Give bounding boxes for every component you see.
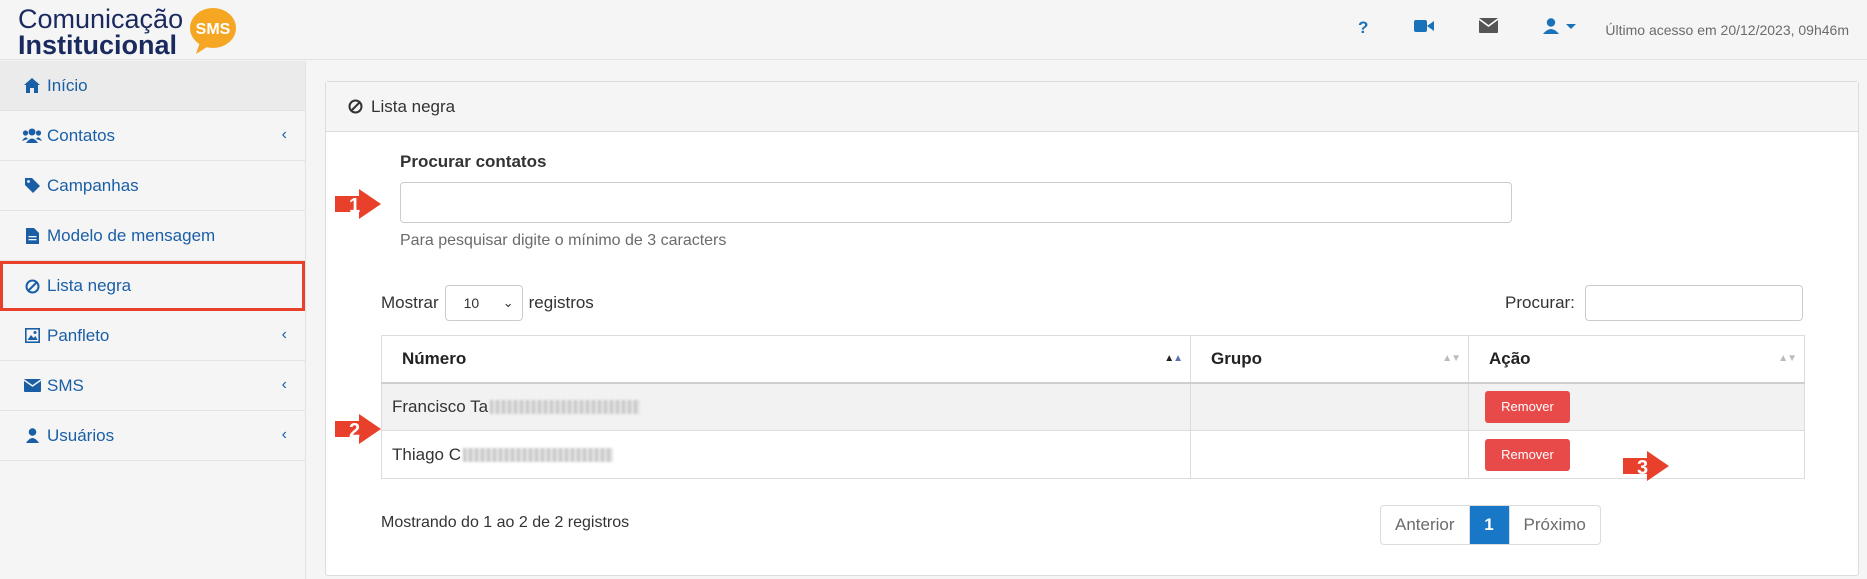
remove-button[interactable]: Remover — [1485, 390, 1570, 423]
page-length-select[interactable]: 10 ⌄ — [444, 285, 523, 321]
app-logo[interactable]: Comunicação Institucional SMS — [18, 4, 248, 60]
cell-grupo — [1190, 382, 1469, 431]
pagination: Anterior 1 Próximo — [1380, 505, 1601, 545]
pagination-next[interactable]: Próximo — [1510, 506, 1600, 544]
blacklist-panel: Lista negra Procurar contatos Para pesqu… — [325, 81, 1859, 576]
sms-bubble-logo: SMS — [190, 8, 236, 54]
top-navbar: Comunicação Institucional SMS ? Último a… — [0, 0, 1867, 60]
sidebar-item-modelo-mensagem[interactable]: Modelo de mensagem — [0, 211, 305, 261]
length-prefix: Mostrar — [381, 293, 439, 312]
column-header-numero[interactable]: Número ▲▲ — [381, 335, 1191, 384]
sidebar-item-label: Início — [47, 75, 88, 95]
caret-down-icon — [1566, 24, 1576, 29]
sidebar-item-label: Panfleto — [47, 325, 110, 345]
filter-label: Procurar: — [1505, 293, 1575, 312]
panel-header: Lista negra — [326, 82, 1858, 132]
sidebar-item-panfleto[interactable]: Panfleto ‹ — [0, 311, 305, 361]
sidebar-item-label: Modelo de mensagem — [47, 225, 216, 245]
chevron-left-icon: ‹ — [281, 126, 287, 143]
table-row: Francisco Ta Remover — [381, 382, 1805, 431]
last-access-text: Último acesso em 20/12/2023, 09h46m — [1605, 22, 1849, 38]
table-info: Mostrando do 1 ao 2 de 2 registros — [381, 514, 630, 531]
step-marker-1: 1 — [335, 189, 381, 219]
svg-text:1: 1 — [349, 195, 360, 217]
svg-text:3: 3 — [1637, 457, 1648, 479]
user-icon — [1543, 18, 1576, 34]
user-menu-button[interactable] — [1543, 18, 1579, 39]
ban-icon — [22, 279, 42, 294]
pagination-page-1[interactable]: 1 — [1469, 506, 1510, 544]
remove-button[interactable]: Remover — [1485, 438, 1570, 471]
chevron-left-icon: ‹ — [281, 376, 287, 393]
chevron-left-icon: ‹ — [281, 426, 287, 443]
sidebar-item-lista-negra[interactable]: Lista negra — [0, 261, 305, 311]
svg-text:2: 2 — [349, 420, 360, 442]
redacted-text — [462, 448, 613, 463]
envelope-icon[interactable] — [1478, 18, 1499, 38]
sort-icon: ▲▼ — [1442, 353, 1461, 364]
sidebar-item-label: Contatos — [47, 125, 116, 145]
video-icon[interactable] — [1414, 18, 1434, 39]
sidebar-item-inicio[interactable]: Início — [0, 61, 305, 111]
sidebar-item-contatos[interactable]: Contatos ‹ — [0, 111, 305, 161]
redacted-text — [490, 400, 641, 415]
sidebar: Início Contatos ‹ Campanhas Modelo de me… — [0, 61, 306, 579]
cell-numero: Thiago C — [381, 430, 1191, 479]
cell-numero: Francisco Ta — [381, 382, 1191, 431]
step-marker-3: 3 — [1623, 451, 1669, 481]
length-suffix: registros — [528, 293, 594, 312]
image-icon — [22, 328, 42, 343]
blacklist-table: Número ▲▲ Grupo ▲▼ Ação ▲▼ Francisco Ta … — [381, 335, 1805, 479]
table-filter: Procurar: — [1505, 285, 1803, 321]
step-marker-2: 2 — [335, 414, 381, 444]
sidebar-item-sms[interactable]: SMS ‹ — [0, 361, 305, 411]
search-contacts-label: Procurar contatos — [400, 152, 547, 171]
chevron-down-icon: ⌄ — [502, 295, 514, 310]
sidebar-item-usuarios[interactable]: Usuários ‹ — [0, 411, 305, 461]
logo-text-line2: Institucional — [18, 30, 178, 60]
cell-grupo — [1190, 430, 1469, 479]
cell-acao: Remover — [1468, 382, 1805, 431]
chevron-left-icon: ‹ — [281, 326, 287, 343]
table-filter-input[interactable] — [1584, 285, 1803, 321]
sort-asc-icon: ▲▲ — [1164, 353, 1183, 364]
pagination-previous[interactable]: Anterior — [1381, 506, 1470, 544]
table-row: Thiago C Remover — [381, 430, 1805, 479]
sidebar-item-label: Campanhas — [47, 175, 139, 195]
help-icon[interactable]: ? — [1358, 18, 1368, 38]
sort-icon: ▲▼ — [1778, 353, 1797, 364]
ban-icon — [348, 99, 363, 114]
search-contacts-input[interactable] — [400, 182, 1512, 223]
column-header-acao[interactable]: Ação ▲▼ — [1468, 335, 1805, 384]
sidebar-item-label: SMS — [47, 375, 84, 395]
tag-icon — [22, 178, 42, 193]
users-icon — [22, 128, 42, 143]
panel-title: Lista negra — [371, 96, 456, 116]
sidebar-item-label: Usuários — [47, 425, 115, 445]
home-icon — [22, 78, 42, 93]
page-length-control: Mostrar 10 ⌄ registros — [381, 285, 594, 321]
envelope-icon — [22, 379, 42, 392]
search-help-text: Para pesquisar digite o mínimo de 3 cara… — [400, 232, 727, 249]
page-length-value: 10 — [463, 295, 480, 311]
user-icon — [22, 428, 42, 443]
column-header-grupo[interactable]: Grupo ▲▼ — [1190, 335, 1469, 384]
sidebar-item-label: Lista negra — [47, 276, 132, 295]
file-icon — [22, 227, 42, 244]
sidebar-item-campanhas[interactable]: Campanhas — [0, 161, 305, 211]
logo-badge-text: SMS — [196, 21, 231, 38]
